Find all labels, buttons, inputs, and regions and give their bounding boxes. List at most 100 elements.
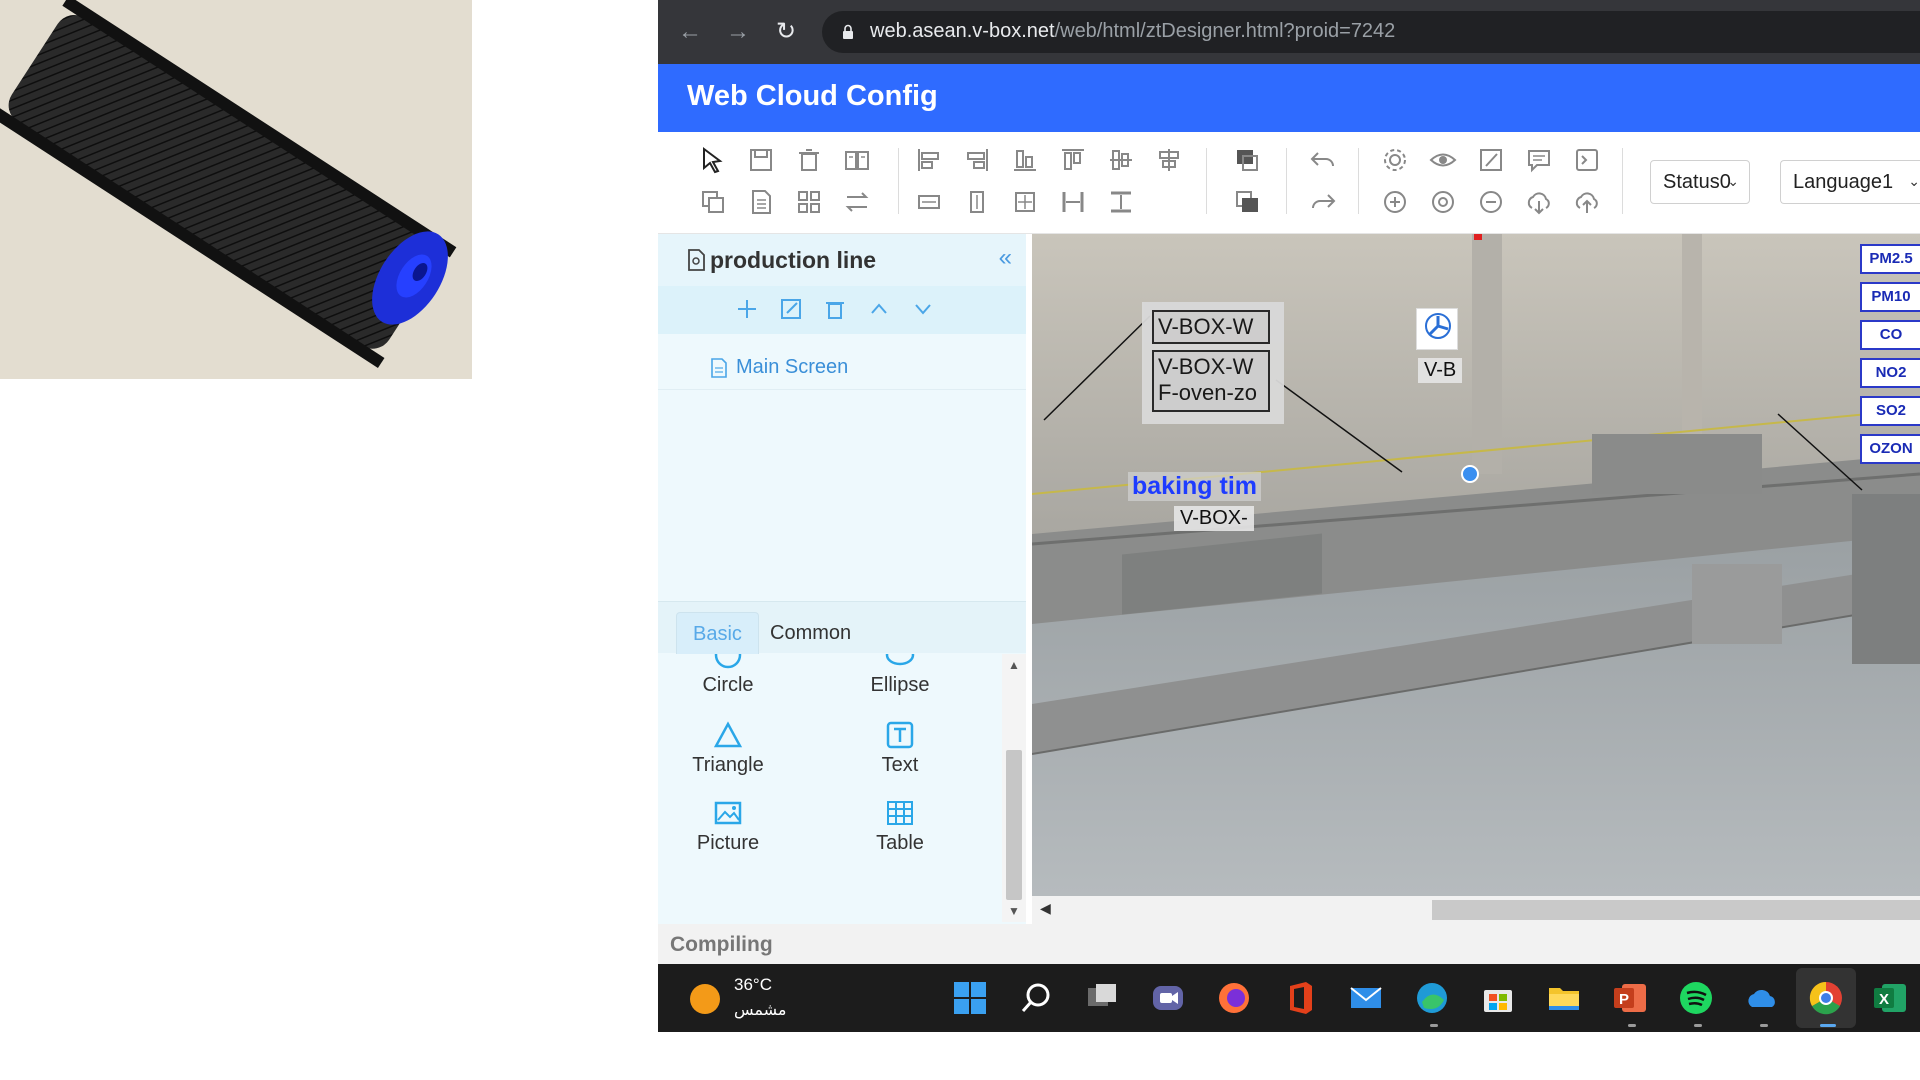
cloud-upload-icon[interactable]	[1572, 187, 1602, 217]
onedrive-icon[interactable]	[1742, 978, 1782, 1018]
palette-picture[interactable]: Picture	[668, 798, 788, 855]
firefox-icon[interactable]	[1214, 978, 1254, 1018]
teams-chat-icon[interactable]	[1148, 978, 1188, 1018]
align-center-horizontal-icon[interactable]	[1154, 145, 1184, 175]
save-icon[interactable]	[746, 145, 776, 175]
scroll-left-icon[interactable]: ◀	[1040, 900, 1051, 917]
move-up-icon[interactable]	[866, 296, 892, 322]
same-size-icon[interactable]	[1010, 187, 1040, 217]
sensor-co[interactable]: CO	[1860, 320, 1920, 350]
align-top-icon[interactable]	[1058, 145, 1088, 175]
file-explorer-icon[interactable]	[1544, 978, 1584, 1018]
align-center-vertical-icon[interactable]	[1106, 145, 1136, 175]
lock-icon	[843, 24, 853, 39]
url-field[interactable]: web.asean.v-box.net/web/html/ztDesigner.…	[822, 11, 1920, 53]
distribute-horizontal-icon[interactable]	[1058, 187, 1088, 217]
same-height-icon[interactable]	[962, 187, 992, 217]
vbox-label-1[interactable]: V-BOX-W	[1152, 310, 1270, 344]
terminal-icon[interactable]	[1572, 145, 1602, 175]
reload-icon[interactable]: ↻	[768, 14, 804, 50]
delete-icon[interactable]	[794, 145, 824, 175]
palette-text[interactable]: Text	[840, 720, 960, 777]
grid-icon[interactable]	[794, 187, 824, 217]
document-icon[interactable]	[746, 187, 776, 217]
palette-triangle[interactable]: Triangle	[668, 720, 788, 777]
undo-icon[interactable]	[1308, 145, 1338, 175]
copy-icon[interactable]	[698, 187, 728, 217]
align-bottom-icon[interactable]	[1010, 145, 1040, 175]
store-icon[interactable]	[1478, 978, 1518, 1018]
zoom-reset-icon[interactable]	[1428, 187, 1458, 217]
zoom-in-icon[interactable]	[1380, 187, 1410, 217]
zoom-out-icon[interactable]	[1476, 187, 1506, 217]
tab-common[interactable]: Common	[754, 612, 867, 654]
distribute-vertical-icon[interactable]	[1106, 187, 1136, 217]
settings-icon[interactable]	[1380, 145, 1410, 175]
sensor-so2[interactable]: SO2	[1860, 396, 1920, 426]
send-back-icon[interactable]	[1232, 187, 1262, 217]
same-width-icon[interactable]	[914, 187, 944, 217]
chrome-icon[interactable]	[1806, 978, 1846, 1018]
mail-icon[interactable]	[1346, 978, 1386, 1018]
screen-item-main[interactable]: Main Screen	[736, 356, 848, 379]
swap-icon[interactable]	[842, 187, 872, 217]
scroll-down-icon[interactable]: ▼	[1008, 904, 1020, 918]
library-icon[interactable]	[842, 145, 872, 175]
tab-basic[interactable]: Basic	[676, 612, 759, 654]
address-bar: ← → ↻ web.asean.v-box.net/web/html/ztDes…	[658, 0, 1920, 64]
scroll-thumb[interactable]	[1432, 900, 1920, 920]
scroll-thumb[interactable]	[1006, 750, 1022, 900]
collapse-panel-icon[interactable]: «	[999, 244, 1012, 272]
language-select[interactable]: Language1 ⌄	[1780, 160, 1920, 204]
search-icon[interactable]	[1016, 978, 1056, 1018]
align-left-icon[interactable]	[914, 145, 944, 175]
canvas-horizontal-scrollbar[interactable]: ◀	[1032, 896, 1920, 924]
redo-icon[interactable]	[1308, 187, 1338, 217]
start-icon[interactable]	[950, 978, 990, 1018]
excel-icon[interactable]: X	[1870, 978, 1910, 1018]
powerpoint-icon[interactable]: P	[1610, 978, 1650, 1018]
palette-circle[interactable]: Circle	[668, 654, 788, 697]
sensor-ozone[interactable]: OZON	[1860, 434, 1920, 464]
status-select[interactable]: Status0 ⌄	[1650, 160, 1750, 204]
weather-temperature[interactable]: 36°C	[734, 975, 772, 995]
sensor-no2[interactable]: NO2	[1860, 358, 1920, 388]
vbox-label-c[interactable]: V-BOX-	[1174, 506, 1254, 531]
forward-arrow-icon[interactable]: →	[720, 14, 756, 50]
task-view-icon[interactable]	[1082, 978, 1122, 1018]
select-pointer-icon[interactable]	[698, 145, 728, 175]
back-arrow-icon[interactable]: ←	[672, 14, 708, 50]
edit-script-icon[interactable]	[1476, 145, 1506, 175]
edge-icon[interactable]	[1412, 978, 1452, 1018]
design-canvas[interactable]: V-BOX-W V-BOX-W F-oven-zo V-B baking tim…	[1032, 234, 1920, 896]
office-icon[interactable]	[1280, 978, 1320, 1018]
variable-fan-icon[interactable]	[1416, 308, 1458, 350]
vbox-label-2[interactable]: V-BOX-W F-oven-zo	[1152, 350, 1270, 412]
vbox-label-b[interactable]: V-B	[1418, 358, 1463, 383]
palette-scrollbar[interactable]: ▲ ▼	[1002, 654, 1026, 922]
sensor-pm10[interactable]: PM10	[1860, 282, 1920, 312]
comment-icon[interactable]	[1524, 145, 1554, 175]
palette-ellipse[interactable]: Ellipse	[840, 654, 960, 697]
align-right-icon[interactable]	[962, 145, 992, 175]
weather-description: مشمس	[734, 1002, 787, 1019]
preview-eye-icon[interactable]	[1428, 145, 1458, 175]
bring-front-icon[interactable]	[1232, 145, 1262, 175]
scroll-up-icon[interactable]: ▲	[1008, 658, 1020, 672]
palette-label: Table	[876, 832, 924, 854]
edit-screen-icon[interactable]	[778, 296, 804, 322]
running-indicator	[1760, 1024, 1768, 1027]
move-down-icon[interactable]	[910, 296, 936, 322]
palette-label: Circle	[702, 674, 754, 696]
vbox-widget-group[interactable]: V-BOX-W V-BOX-W F-oven-zo	[1142, 302, 1284, 424]
palette-table[interactable]: Table	[840, 798, 960, 855]
project-title: production line	[710, 247, 877, 273]
sensor-pm25[interactable]: PM2.5	[1860, 244, 1920, 274]
delete-screen-icon[interactable]	[822, 296, 848, 322]
baking-time-label[interactable]: baking tim	[1128, 472, 1262, 501]
spotify-icon[interactable]	[1676, 978, 1716, 1018]
table-icon	[887, 801, 913, 825]
weather-sun-icon[interactable]	[690, 984, 720, 1014]
add-screen-icon[interactable]	[734, 296, 760, 322]
cloud-download-icon[interactable]	[1524, 187, 1554, 217]
